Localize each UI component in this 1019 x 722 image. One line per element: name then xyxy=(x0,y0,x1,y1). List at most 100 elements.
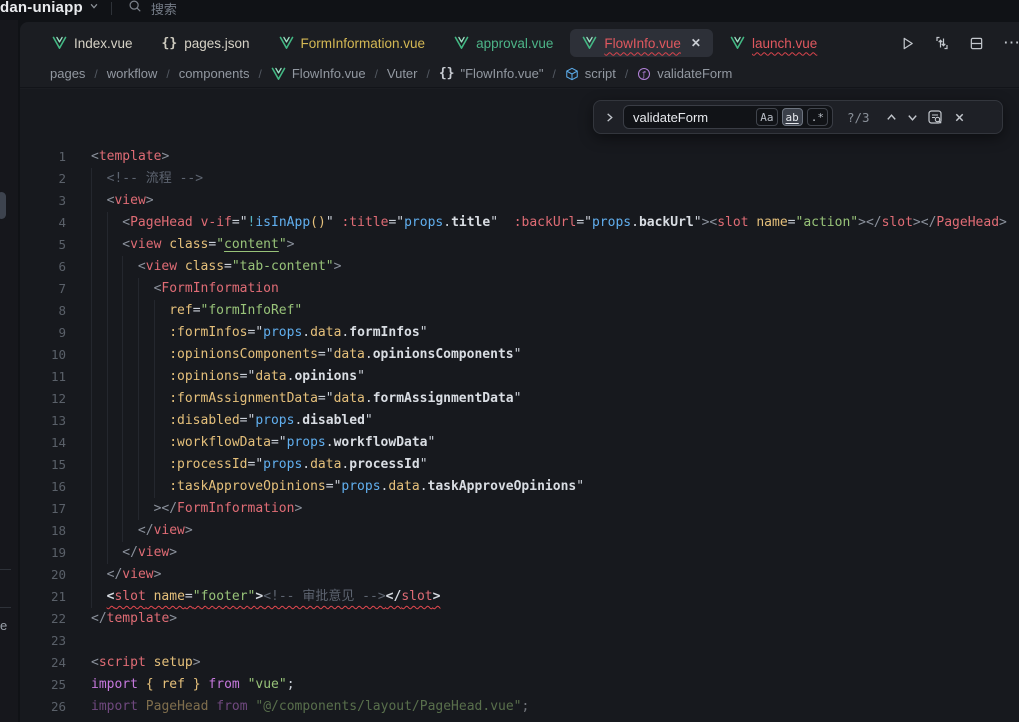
code-line[interactable]: 13:disabled="props.disabled" xyxy=(20,410,1019,432)
line-content: <view class="tab-content"> xyxy=(91,256,341,278)
vue-file-icon xyxy=(279,36,294,50)
code-line[interactable]: 15:processId="props.data.processId" xyxy=(20,454,1019,476)
indent-guide xyxy=(91,542,107,564)
indent-guide xyxy=(91,564,107,586)
breadcrumb-item[interactable]: components xyxy=(179,66,250,81)
whole-word-icon: ab xyxy=(786,111,799,124)
code-line[interactable]: 3<view> xyxy=(20,190,1019,212)
tab-forminformation-vue[interactable]: FormInformation.vue xyxy=(267,29,438,57)
tab-pages-json[interactable]: {}pages.json xyxy=(150,29,262,57)
line-number: 19 xyxy=(20,542,66,564)
indent-guide xyxy=(138,322,154,344)
code-line[interactable]: 9:formInfos="props.data.formInfos" xyxy=(20,322,1019,344)
run-button[interactable] xyxy=(900,36,915,51)
expand-replace-button[interactable] xyxy=(604,112,615,123)
find-input[interactable] xyxy=(633,110,752,125)
tab-flowinfo-vue[interactable]: FlowInfo.vue✕ xyxy=(570,29,713,57)
breadcrumb-item[interactable]: Vuter xyxy=(387,66,418,81)
global-search-button[interactable]: 搜索 xyxy=(128,0,177,18)
find-in-selection-button[interactable] xyxy=(927,109,944,126)
unused-code-span: import PageHead from "@/components/layou… xyxy=(91,699,529,714)
line-number: 8 xyxy=(20,300,66,322)
indent-guide xyxy=(122,322,138,344)
tab-launch-vue[interactable]: launch.vue xyxy=(718,29,829,57)
line-content: :workflowData="props.workflowData" xyxy=(91,432,435,454)
breadcrumb-item[interactable]: script xyxy=(565,66,616,81)
line-content: </template> xyxy=(91,608,177,630)
code-line[interactable]: 11:opinions="data.opinions" xyxy=(20,366,1019,388)
breadcrumb-label: validateForm xyxy=(657,66,732,81)
code-line[interactable]: 1<template> xyxy=(20,146,1019,168)
code-line[interactable]: 20</view> xyxy=(20,564,1019,586)
compare-branches-button[interactable] xyxy=(934,35,950,51)
tab-close-button[interactable]: ✕ xyxy=(691,36,701,50)
indent-guide xyxy=(107,322,123,344)
code-line[interactable]: 2<!-- 流程 --> xyxy=(20,168,1019,190)
breadcrumb-separator: / xyxy=(427,67,430,81)
tab-approval-vue[interactable]: approval.vue xyxy=(442,29,565,57)
code-line[interactable]: 10:opinionsComponents="data.opinionsComp… xyxy=(20,344,1019,366)
code-line[interactable]: 18</view> xyxy=(20,520,1019,542)
split-editor-button[interactable] xyxy=(969,36,984,51)
breadcrumb-separator: / xyxy=(552,67,555,81)
breadcrumb-label: "FlowInfo.vue" xyxy=(461,66,544,81)
code-line[interactable]: 24<script setup> xyxy=(20,652,1019,674)
breadcrumb-label: Vuter xyxy=(387,66,418,81)
code-line[interactable]: 8ref="formInfoRef" xyxy=(20,300,1019,322)
regex-toggle[interactable]: .* xyxy=(807,108,828,126)
indent-guide xyxy=(91,410,107,432)
indent-guide xyxy=(154,410,170,432)
code-line[interactable]: 25import { ref } from "vue"; xyxy=(20,674,1019,696)
indent-guide xyxy=(107,542,123,564)
side-strip-indicator[interactable] xyxy=(0,192,6,219)
whole-word-toggle[interactable]: ab xyxy=(782,108,803,126)
code-line[interactable]: 23 xyxy=(20,630,1019,652)
breadcrumb-item[interactable]: FlowInfo.vue xyxy=(271,66,366,81)
code-line[interactable]: 12:formAssignmentData="data.formAssignme… xyxy=(20,388,1019,410)
breadcrumb-item[interactable]: {} "FlowInfo.vue" xyxy=(439,66,544,81)
code-line[interactable]: 19</view> xyxy=(20,542,1019,564)
tab-index-vue[interactable]: Index.vue xyxy=(40,29,145,57)
next-match-button[interactable] xyxy=(906,111,919,124)
match-case-toggle[interactable]: Aa xyxy=(756,108,777,126)
code-line[interactable]: 7<FormInformation xyxy=(20,278,1019,300)
breadcrumb-item[interactable]: ƒ validateForm xyxy=(637,66,732,81)
line-content: <template> xyxy=(91,146,169,168)
previous-match-button[interactable] xyxy=(885,111,898,124)
code-line[interactable]: 5<view class="content"> xyxy=(20,234,1019,256)
match-case-icon: Aa xyxy=(760,111,773,124)
indent-guide xyxy=(91,432,107,454)
line-content: </view> xyxy=(91,564,161,586)
code-line[interactable]: 4<PageHead v-if="!isInApp()" :title="pro… xyxy=(20,212,1019,234)
project-selector[interactable]: dan-uniapp xyxy=(0,0,99,16)
indent-guide xyxy=(107,300,123,322)
code-line[interactable]: 17></FormInformation> xyxy=(20,498,1019,520)
side-strip-divider xyxy=(0,607,11,608)
line-number: 4 xyxy=(20,212,66,234)
code-line[interactable]: 16:taskApproveOpinions="props.data.taskA… xyxy=(20,476,1019,498)
code-line[interactable]: 6<view class="tab-content"> xyxy=(20,256,1019,278)
line-content: ></FormInformation> xyxy=(91,498,302,520)
indent-guide xyxy=(91,520,107,542)
line-number: 7 xyxy=(20,278,66,300)
chevron-right-icon xyxy=(604,112,615,123)
code-editor[interactable]: Aaab.* ?/3 xyxy=(20,89,1019,722)
breadcrumb-separator: / xyxy=(94,67,97,81)
code-line[interactable]: 14:workflowData="props.workflowData" xyxy=(20,432,1019,454)
vue-file-icon xyxy=(730,36,745,50)
code-line[interactable]: 22</template> xyxy=(20,608,1019,630)
side-strip-divider xyxy=(0,569,11,570)
indent-guide xyxy=(138,344,154,366)
collapsed-side-strip: e xyxy=(0,20,18,722)
svg-text:ƒ: ƒ xyxy=(642,69,647,78)
close-find-button[interactable] xyxy=(954,112,965,123)
code-line[interactable]: 26import PageHead from "@/components/lay… xyxy=(20,696,1019,718)
breadcrumb-item[interactable]: workflow xyxy=(107,66,158,81)
code-line[interactable]: 21<slot name="footer"><!-- 审批意见 --></slo… xyxy=(20,586,1019,608)
indent-guide xyxy=(138,278,154,300)
breadcrumb-item[interactable]: pages xyxy=(50,66,85,81)
more-button[interactable]: ⋯ xyxy=(1003,33,1019,53)
braces-icon: {} xyxy=(439,66,455,81)
title-bar: dan-uniapp 搜索 xyxy=(0,0,1019,20)
line-number: 23 xyxy=(20,630,66,652)
